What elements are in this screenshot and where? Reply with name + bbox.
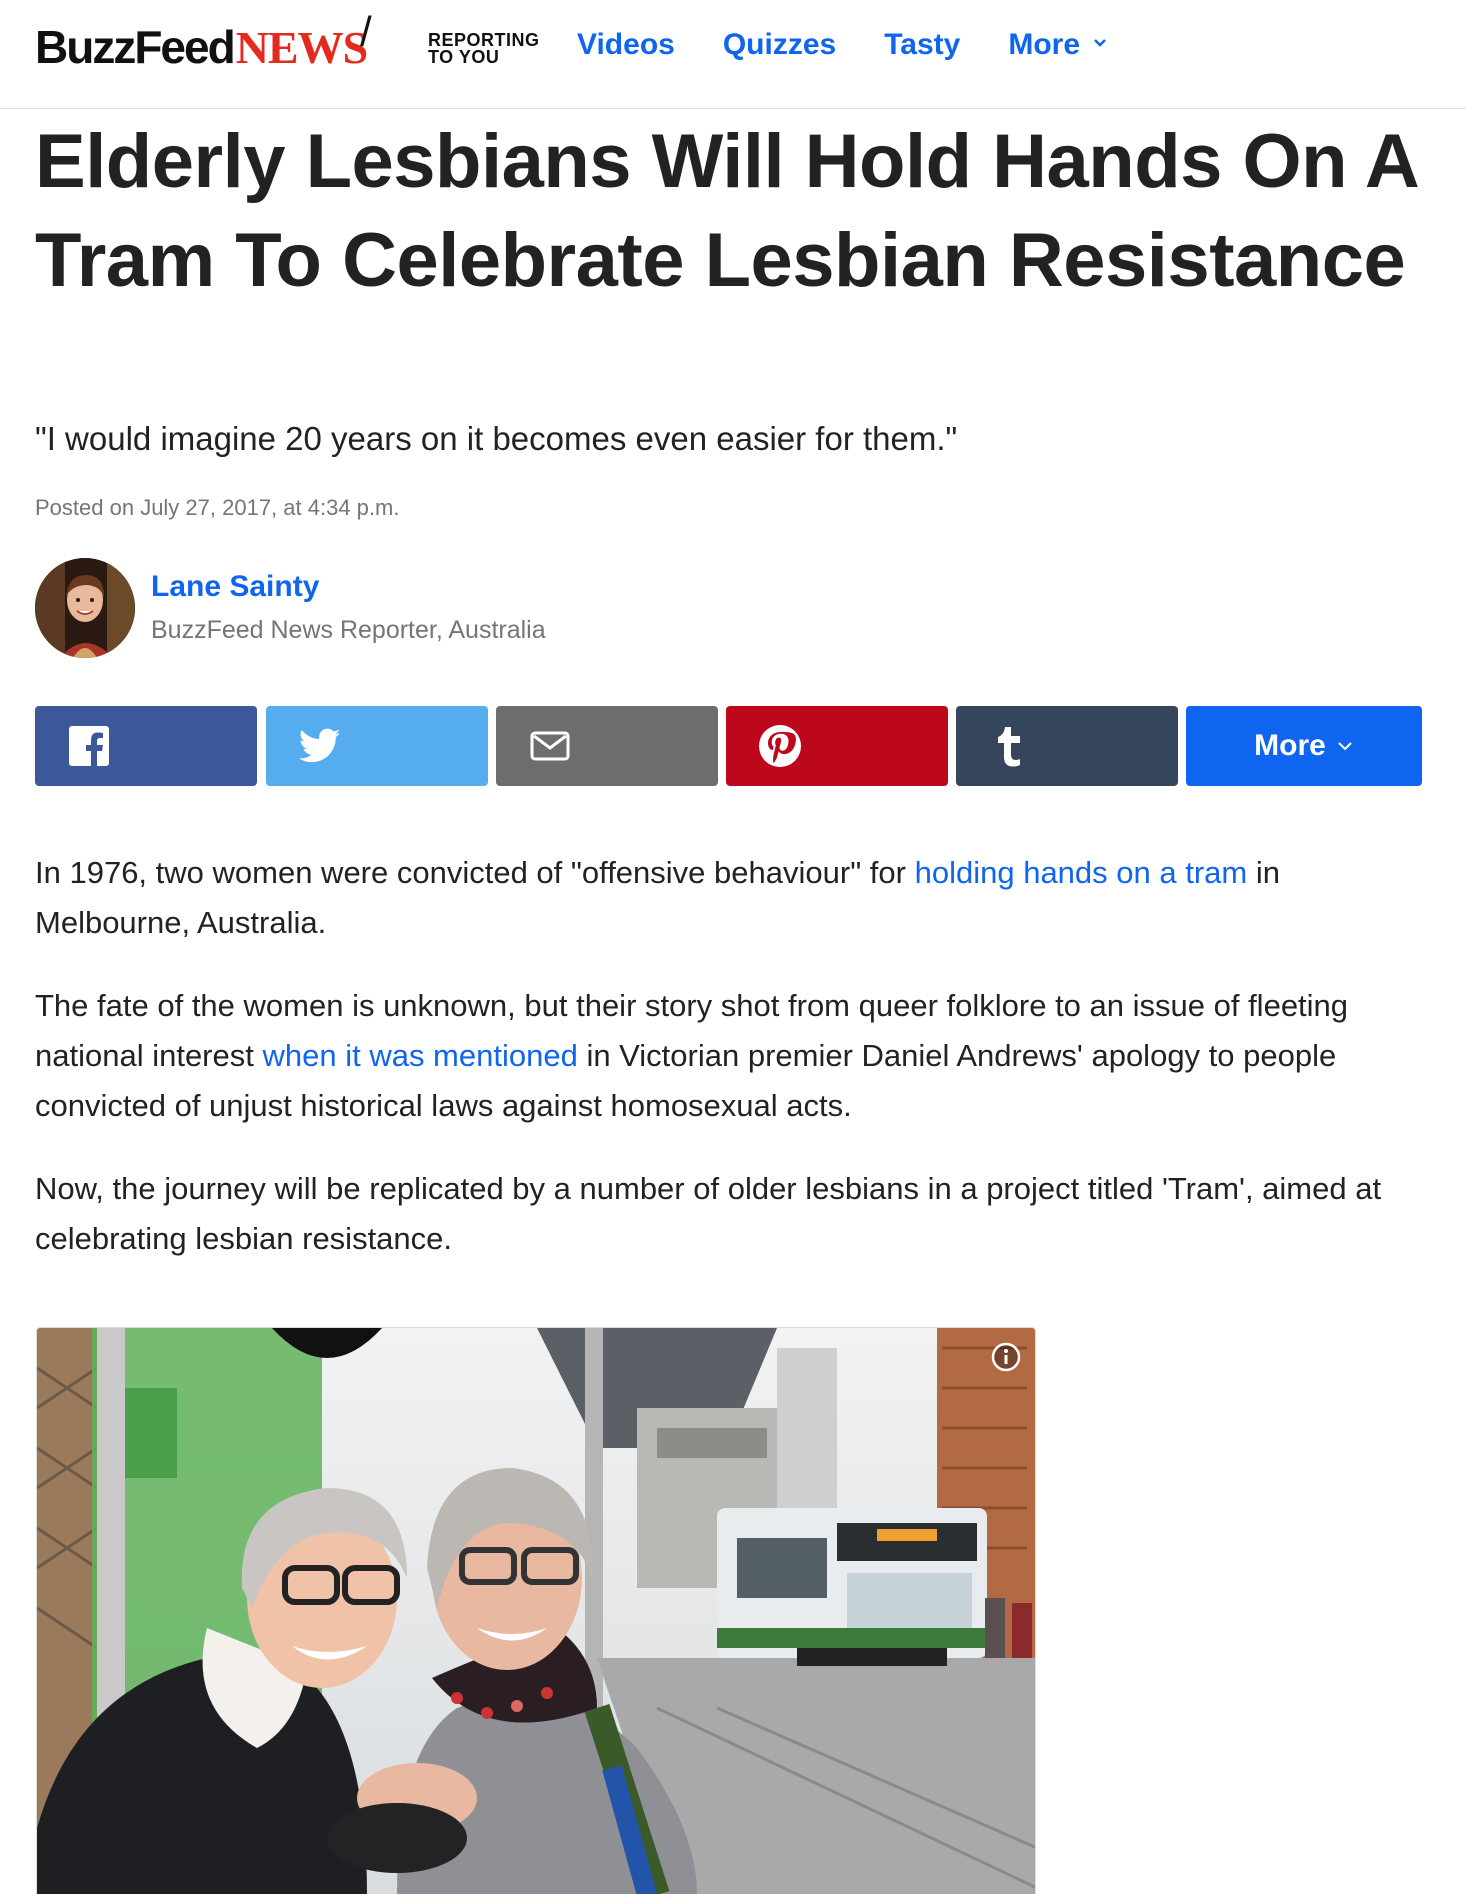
article-dek: "I would imagine 20 years on it becomes … [35, 420, 958, 457]
email-icon [528, 724, 572, 768]
author-name-link[interactable]: Lane Sainty [151, 570, 319, 604]
nav-tasty[interactable]: Tasty [884, 28, 960, 62]
share-more-button[interactable]: More [1186, 706, 1422, 786]
share-more-label: More [1254, 729, 1326, 762]
article-paragraph-2: The fate of the women is unknown, but th… [35, 981, 1435, 1131]
author-avatar[interactable] [35, 558, 135, 658]
twitter-icon [298, 724, 342, 768]
logo-news-text: NEWS [235, 22, 368, 73]
share-twitter-button[interactable] [266, 706, 488, 786]
when-mentioned-link[interactable]: when it was mentioned [262, 1038, 577, 1073]
article-headline: Elderly Lesbians Will Hold Hands On A Tr… [35, 119, 1417, 303]
author-title: BuzzFeed News Reporter, Australia [151, 616, 546, 644]
logo-buzzfeed-text: BuzzFeed [35, 21, 236, 73]
nav-more-label: More [1008, 28, 1081, 61]
info-icon[interactable] [991, 1342, 1021, 1372]
photo-two-women-tram-stop [37, 1328, 1035, 1894]
tagline: REPORTING TO YOU [428, 31, 540, 67]
share-facebook-button[interactable] [35, 706, 257, 786]
buzzfeed-news-logo[interactable]: BuzzFeed NEWS [35, 20, 368, 73]
avatar-image [35, 558, 135, 658]
holding-hands-link[interactable]: holding hands on a tram [915, 855, 1248, 890]
nav-more[interactable]: More [1008, 28, 1108, 62]
article-paragraph-3: Now, the journey will be replicated by a… [35, 1171, 1382, 1256]
pinterest-icon [758, 724, 802, 768]
tumblr-icon [988, 724, 1032, 768]
article-photo [36, 1327, 1036, 1894]
share-email-button[interactable] [496, 706, 718, 786]
nav-videos[interactable]: Videos [577, 28, 675, 62]
logo-divider: / [360, 8, 372, 55]
nav-quizzes-label: Quizzes [722, 28, 837, 61]
nav-tasty-label: Tasty [884, 28, 961, 61]
site-header: BuzzFeed NEWS / REPORTING TO YOU Videos … [0, 0, 1466, 109]
tagline-line-2: TO YOU [428, 47, 500, 67]
facebook-icon [67, 724, 111, 768]
nav-quizzes[interactable]: Quizzes [723, 28, 836, 62]
p1-text-a: In 1976, two women were convicted of "of… [35, 855, 915, 890]
post-timestamp: Posted on July 27, 2017, at 4:34 p.m. [35, 495, 400, 520]
chevron-down-icon [1338, 742, 1352, 751]
share-tumblr-button[interactable] [956, 706, 1178, 786]
nav-videos-label: Videos [577, 28, 675, 61]
share-pinterest-button[interactable] [726, 706, 948, 786]
main-nav: Videos Quizzes Tasty More [577, 28, 1156, 62]
chevron-down-icon [1094, 39, 1106, 47]
article-paragraph-1: In 1976, two women were convicted of "of… [35, 848, 1435, 948]
